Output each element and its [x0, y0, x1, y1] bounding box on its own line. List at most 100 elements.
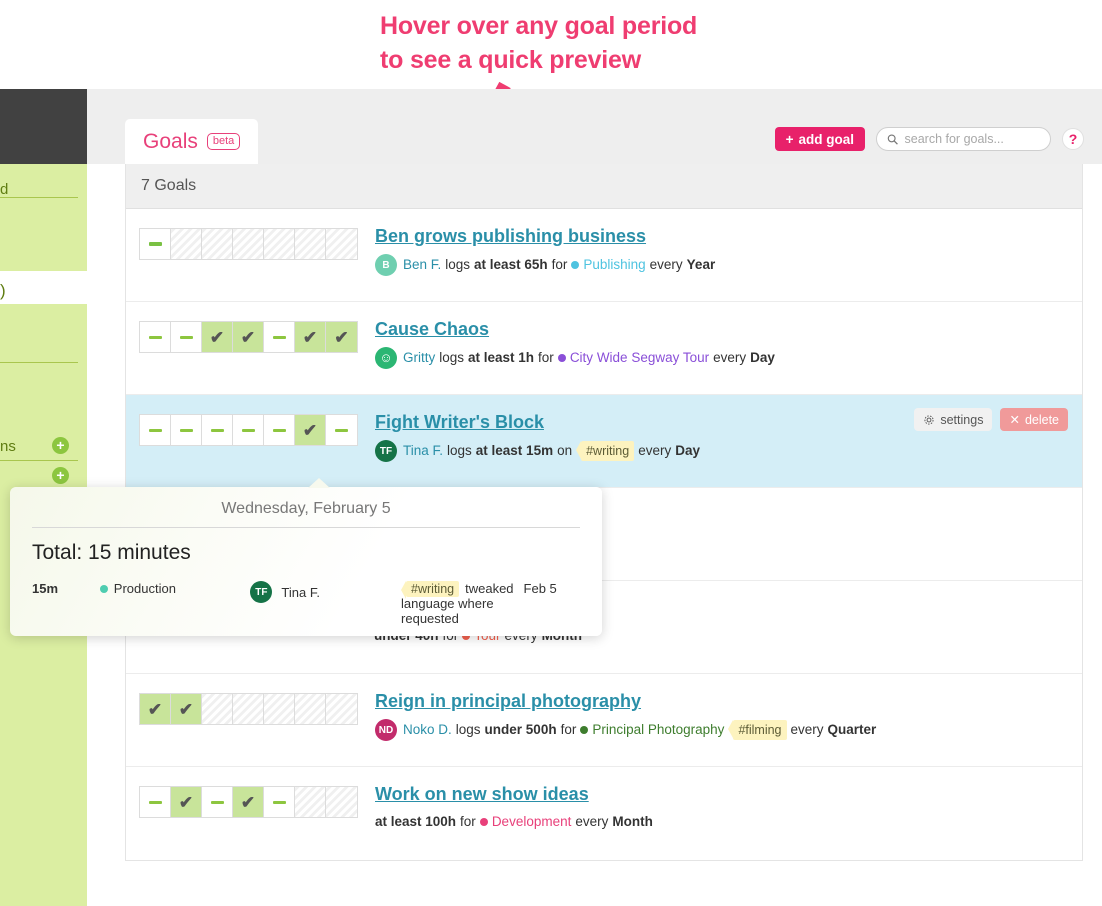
goal-period-cell-empty[interactable] — [140, 787, 171, 817]
goal-period-cell-empty[interactable] — [264, 787, 295, 817]
goal-row[interactable]: ✔ ✔ ✔ ✔ Cause Chaos ☺ Gritty logs at least 1h for… — [126, 302, 1082, 395]
check-icon: ✔ — [209, 327, 225, 347]
goal-period-preview-tooltip: Wednesday, February 5 Total: 15 minutes … — [10, 478, 602, 636]
goal-period-label: Day — [750, 349, 775, 365]
goal-period-cell-future[interactable] — [233, 229, 264, 259]
goal-period-cell-future[interactable] — [264, 694, 295, 724]
goal-title-link[interactable]: Work on new show ideas — [375, 784, 589, 805]
goal-period-cell-met[interactable]: ✔ — [295, 415, 326, 445]
search-box[interactable] — [876, 127, 1051, 151]
goal-target: at least 15m — [475, 442, 554, 458]
goal-period-grid[interactable]: ✔ ✔ — [139, 786, 358, 818]
goals-page: Hover over any goal period to see a quic… — [0, 0, 1102, 906]
goal-every-label: every — [790, 721, 824, 737]
goal-period-cell-met[interactable]: ✔ — [171, 694, 202, 724]
tooltip-entry-row[interactable]: 15m Production TF Tina F. #writing tweake… — [32, 581, 580, 626]
goal-period-cell-future[interactable] — [264, 229, 295, 259]
goal-description: B Ben F. logs at least 65h for Publishing ever… — [375, 254, 1082, 276]
check-icon: ✔ — [240, 792, 256, 812]
goals-count-header: 7 Goals — [126, 164, 1082, 209]
goal-period-cell-future[interactable] — [295, 229, 326, 259]
goal-target: at least 100h — [375, 814, 457, 829]
goal-period-grid[interactable]: ✔ ✔ ✔ ✔ — [139, 321, 358, 353]
goal-row-actions: settings ✕ delete — [914, 408, 1068, 431]
goal-period-cell-future[interactable] — [326, 229, 357, 259]
goal-project[interactable]: Publishing — [571, 255, 646, 275]
goal-preposition: for — [560, 721, 577, 737]
tooltip-entry-duration: 15m — [32, 581, 59, 596]
goal-period-cell-empty[interactable] — [202, 415, 233, 445]
goal-project[interactable]: Principal Photography — [580, 720, 724, 740]
sidebar-add-icon-2[interactable]: + — [52, 467, 69, 484]
add-goal-button[interactable]: + add goal — [774, 127, 865, 151]
goal-project[interactable]: City Wide Segway Tour — [557, 348, 709, 368]
settings-button[interactable]: settings — [914, 408, 993, 431]
project-color-dot-icon — [571, 261, 580, 269]
goal-period-cell-met[interactable]: ✔ — [295, 322, 326, 352]
goal-target: at least 1h — [468, 349, 535, 365]
goal-period-cell-future[interactable] — [295, 694, 326, 724]
goal-period-cell-future[interactable] — [202, 694, 233, 724]
goal-row[interactable]: ✔ ✔ Work on new show ideas at least 100h for… — [126, 767, 1082, 860]
goal-period-cell-empty[interactable] — [264, 415, 295, 445]
tooltip-entry-project: Production — [99, 581, 251, 596]
goal-row[interactable]: ✔ Fight Writer's Block TF Tina F. logs at lea… — [126, 395, 1082, 488]
check-icon: ✔ — [178, 699, 194, 719]
goal-period-cell-future[interactable] — [233, 694, 264, 724]
goal-period-cell-empty[interactable] — [140, 322, 171, 352]
goal-period-cell-empty[interactable] — [326, 415, 357, 445]
sidebar-add-icon-1[interactable]: + — [52, 437, 69, 454]
goal-period-cell-empty[interactable] — [171, 415, 202, 445]
goal-period-grid[interactable]: ✔ ✔ — [139, 693, 358, 725]
goal-period-grid[interactable] — [139, 228, 358, 260]
goal-title-link[interactable]: Reign in principal photography — [375, 691, 641, 712]
goal-title-link[interactable]: Ben grows publishing business — [375, 226, 646, 247]
goal-title-link[interactable]: Fight Writer's Block — [375, 412, 544, 433]
dash-icon — [272, 335, 286, 339]
sidebar-fragment-3: ns — [0, 438, 16, 455]
goal-project[interactable]: Development — [479, 812, 571, 832]
goal-period-cell-met[interactable]: ✔ — [171, 787, 202, 817]
search-icon — [887, 133, 898, 145]
annotation-line-1: Hover over any goal period — [380, 12, 698, 40]
goal-row[interactable]: Ben grows publishing business B Ben F. logs… — [126, 209, 1082, 302]
goal-period-label: Day — [675, 442, 700, 458]
avatar: B — [375, 254, 397, 276]
goal-row[interactable]: ✔ ✔ Reign in principal photography ND Noko D… — [126, 674, 1082, 767]
goal-period-cell-empty[interactable] — [171, 322, 202, 352]
goal-period-cell-met[interactable]: ✔ — [140, 694, 171, 724]
goal-period-label: Year — [686, 256, 716, 272]
goal-target: at least 65h — [474, 256, 548, 272]
goal-period-cell-empty[interactable] — [140, 415, 171, 445]
goal-period-cell-empty[interactable] — [264, 322, 295, 352]
goal-period-cell-future[interactable] — [295, 787, 326, 817]
goal-verb: logs — [455, 721, 481, 737]
goal-every-label: every — [575, 814, 609, 829]
goal-period-cell-met[interactable]: ✔ — [326, 322, 357, 352]
goal-period-grid[interactable]: ✔ — [139, 414, 358, 446]
help-button[interactable]: ? — [1062, 128, 1084, 150]
dash-icon — [179, 335, 193, 339]
tab-goals[interactable]: Goals beta — [125, 119, 259, 164]
goal-tag[interactable]: #filming — [728, 719, 787, 741]
check-icon: ✔ — [302, 327, 318, 347]
goal-period-cell-future[interactable] — [202, 229, 233, 259]
tooltip-entry-tag[interactable]: #writing — [406, 581, 460, 597]
sidebar-panel-top — [0, 164, 87, 271]
goal-period-cell-met[interactable]: ✔ — [202, 322, 233, 352]
goal-period-cell-empty[interactable] — [140, 229, 171, 259]
goal-period-cell-met[interactable]: ✔ — [233, 322, 264, 352]
goal-period-cell-empty[interactable] — [202, 787, 233, 817]
goal-owner-name: Noko D. — [403, 721, 452, 737]
goal-period-cell-future[interactable] — [326, 787, 357, 817]
goal-period-cell-future[interactable] — [326, 694, 357, 724]
goal-period-cell-empty[interactable] — [233, 415, 264, 445]
goal-period-cell-future[interactable] — [171, 229, 202, 259]
search-input[interactable] — [904, 132, 1040, 146]
goal-title-link[interactable]: Cause Chaos — [375, 319, 489, 340]
avatar: ND — [375, 719, 397, 741]
delete-button[interactable]: ✕ delete — [1000, 408, 1068, 431]
goal-tag[interactable]: #writing — [576, 440, 635, 462]
goal-period-cell-met[interactable]: ✔ — [233, 787, 264, 817]
tooltip-entry-date: Feb 5 — [523, 581, 557, 596]
